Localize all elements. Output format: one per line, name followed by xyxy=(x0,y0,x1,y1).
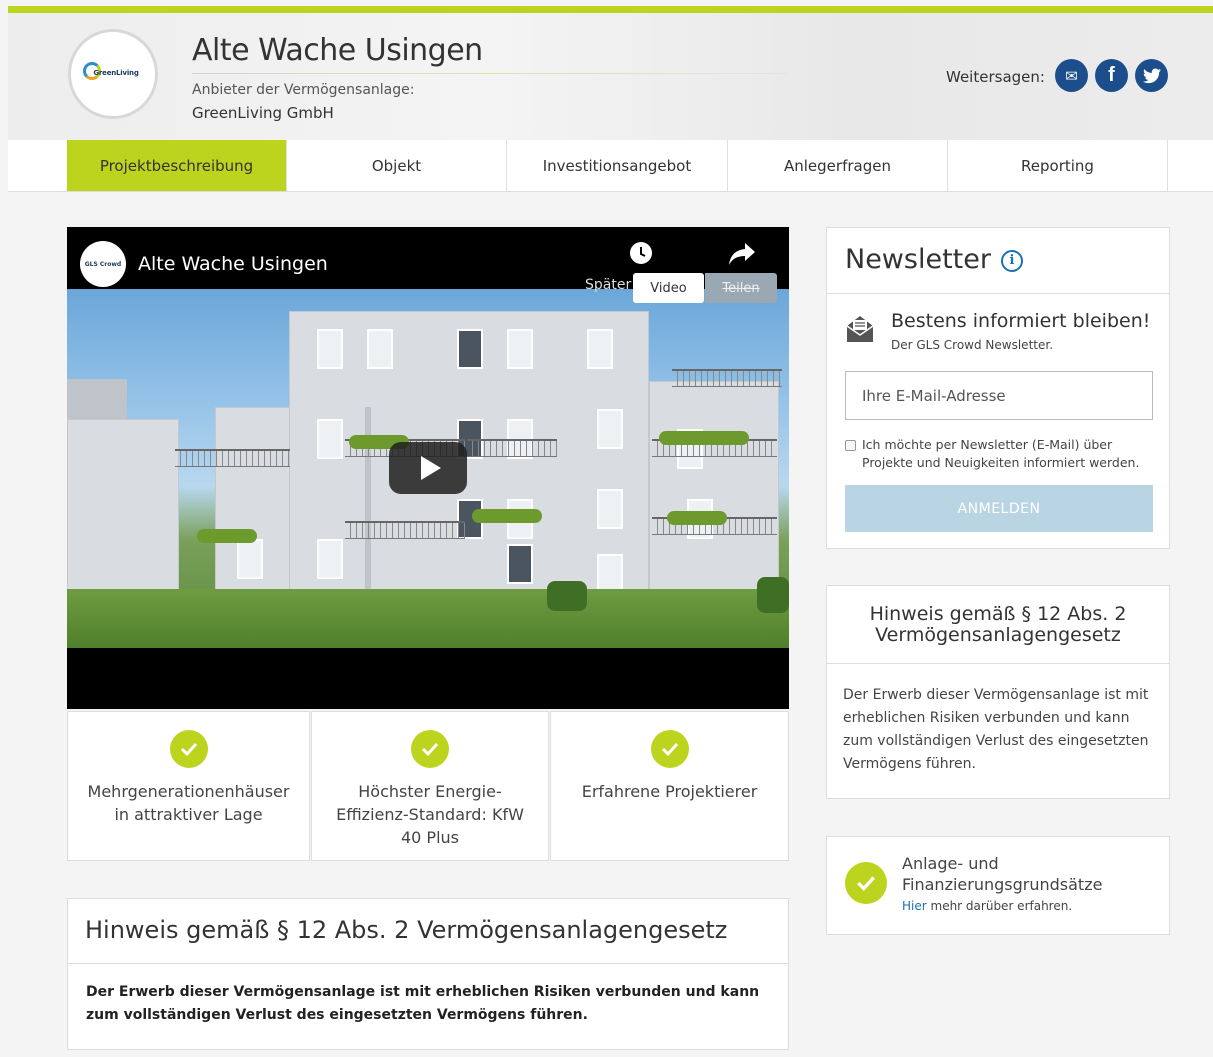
logo-text: GreenLiving xyxy=(93,69,139,77)
info-icon[interactable]: i xyxy=(1000,249,1023,272)
video-player[interactable]: GLS Crowd Alte Wache Usingen Später Teil… xyxy=(67,227,789,709)
provider-logo[interactable]: GreenLiving xyxy=(68,29,158,119)
principles-link-suffix: mehr darüber erfahren. xyxy=(926,899,1073,913)
play-button[interactable] xyxy=(389,442,467,494)
principles-link[interactable]: Hier xyxy=(902,899,927,913)
risk-notice: Hinweis gemäß § 12 Abs. 2 Vermögensanlag… xyxy=(67,898,789,1050)
feature-text: Mehrgenerationenhäuser in attraktiver La… xyxy=(87,782,290,824)
feature-card: Höchster Energie-Effizienz-Standard: KfW… xyxy=(311,711,549,861)
newsletter-subline: Der GLS Crowd Newsletter. xyxy=(891,338,1054,352)
twitter-icon xyxy=(1142,68,1161,83)
share-facebook-button[interactable]: f xyxy=(1095,59,1128,92)
principles-subline: Hier mehr darüber erfahren. xyxy=(902,899,1072,913)
mail-icon: ✉ xyxy=(1065,66,1078,85)
tab-anlegerfragen[interactable]: Anlegerfragen xyxy=(728,140,948,191)
risk-notice-side-title: Hinweis gemäß § 12 Abs. 2 Vermögensanlag… xyxy=(827,586,1169,664)
feature-card: Mehrgenerationenhäuser in attraktiver La… xyxy=(67,711,310,861)
feature-text: Höchster Energie-Effizienz-Standard: KfW… xyxy=(336,782,524,847)
envelope-icon xyxy=(845,314,875,344)
share-twitter-button[interactable]: t xyxy=(1135,59,1168,92)
email-input[interactable] xyxy=(845,371,1153,420)
principles-title: Anlage- und Finanzierungsgrundsätze xyxy=(902,854,1103,894)
subscribe-button[interactable]: ANMELDEN xyxy=(845,485,1153,532)
video-tooltip: Video xyxy=(633,273,704,303)
check-icon xyxy=(650,730,689,768)
newsletter-title: Newsletter xyxy=(845,244,991,275)
tab-investitionsangebot[interactable]: Investitionsangebot xyxy=(507,140,728,191)
newsletter-header: Newsletter i xyxy=(827,228,1169,294)
tab-objekt[interactable]: Objekt xyxy=(287,140,507,191)
newsletter-card: Newsletter i Bestens informiert bleiben! … xyxy=(826,227,1170,549)
provider-label: Anbieter der Vermögensanlage: xyxy=(192,82,415,98)
feature-card: Erfahrene Projektierer xyxy=(550,711,789,861)
page-title: Alte Wache Usingen xyxy=(192,33,483,68)
feature-text: Erfahrene Projektierer xyxy=(581,782,758,801)
top-accent-bar xyxy=(8,6,1213,13)
tab-projektbeschreibung[interactable]: Projektbeschreibung xyxy=(67,140,287,191)
risk-notice-side: Hinweis gemäß § 12 Abs. 2 Vermögensanlag… xyxy=(826,585,1170,799)
channel-avatar[interactable]: GLS Crowd xyxy=(80,241,126,287)
clock-icon[interactable] xyxy=(629,241,653,271)
video-title[interactable]: Alte Wache Usingen xyxy=(138,253,328,275)
share-mail-button[interactable]: ✉ xyxy=(1055,59,1088,92)
play-icon xyxy=(420,456,441,480)
facebook-icon: f xyxy=(1108,64,1115,86)
risk-notice-text: Der Erwerb dieser Vermögensanlage ist mi… xyxy=(86,984,760,1023)
share-arrow-icon[interactable] xyxy=(729,243,755,271)
project-tabs: Projektbeschreibung Objekt Investitionsa… xyxy=(8,140,1213,192)
watch-later-label[interactable]: Später xyxy=(585,277,631,293)
risk-notice-side-text: Der Erwerb dieser Vermögensanlage ist mi… xyxy=(843,687,1149,772)
check-icon xyxy=(169,730,208,768)
consent-checkbox[interactable] xyxy=(845,440,856,451)
investment-principles-card: Anlage- und Finanzierungsgrundsätze Hier… xyxy=(826,836,1170,935)
check-icon xyxy=(845,862,887,904)
consent-text: Ich möchte per Newsletter (E-Mail) über … xyxy=(862,437,1140,470)
tab-reporting[interactable]: Reporting xyxy=(948,140,1168,191)
provider-name: GreenLiving GmbH xyxy=(192,104,334,122)
title-divider xyxy=(192,73,788,74)
share-label-video[interactable]: Teilen xyxy=(705,273,777,303)
share-label: Weitersagen: xyxy=(946,68,1045,86)
check-icon xyxy=(411,730,449,768)
project-header: GreenLiving Alte Wache Usingen Anbieter … xyxy=(8,13,1213,140)
newsletter-headline: Bestens informiert bleiben! xyxy=(891,310,1151,332)
risk-notice-title: Hinweis gemäß § 12 Abs. 2 Vermögensanlag… xyxy=(68,899,788,964)
